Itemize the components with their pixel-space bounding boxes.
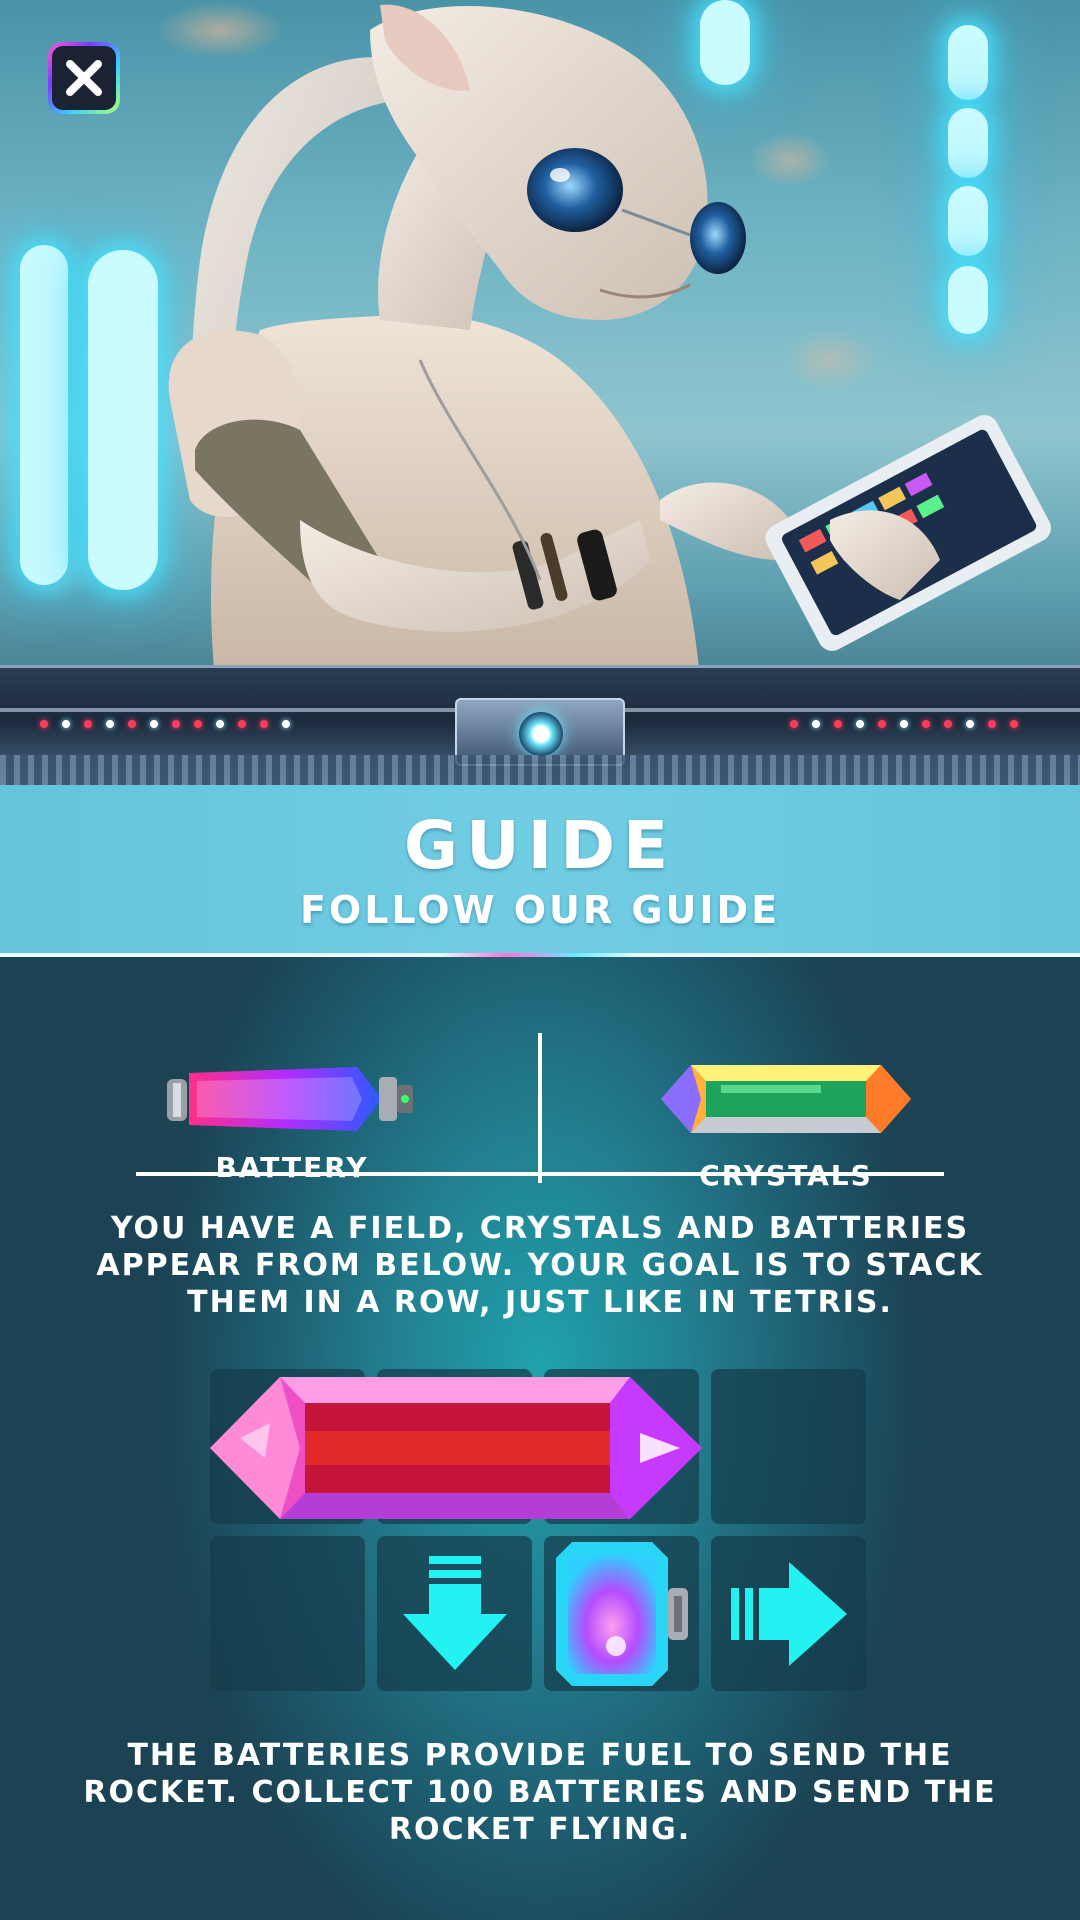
hero-illustration: [0, 0, 1080, 785]
divider: [136, 1172, 944, 1176]
field-cell: [210, 1536, 365, 1691]
down-arrow-icon: [403, 1556, 507, 1670]
instruction-text: THE BATTERIES PROVIDE FUEL TO SEND THE R…: [83, 1738, 997, 1847]
crystal-icon: [661, 1065, 911, 1133]
battery-icon: [167, 1067, 413, 1131]
spaceship-console: [0, 665, 1080, 785]
legend-item-battery: BATTERY: [92, 1059, 492, 1184]
page-subtitle: FOLLOW OUR GUIDE: [299, 888, 781, 932]
guide-body: BATTERY CRYSTALS YOU HAVE A FIELD, CRYST…: [0, 957, 1080, 1920]
close-button[interactable]: [48, 42, 120, 114]
guide-header: GUIDE FOLLOW OUR GUIDE: [0, 785, 1080, 958]
right-arrow-icon: [731, 1562, 847, 1666]
field-cell: [711, 1369, 866, 1524]
close-icon: [66, 60, 102, 96]
example-field: [210, 1369, 870, 1691]
item-legend: BATTERY CRYSTALS: [0, 997, 1080, 1192]
square-battery-icon: [556, 1542, 688, 1686]
instruction-text: YOU HAVE A FIELD, CRYSTALS AND BATTERIES…: [96, 1211, 984, 1320]
divider: [538, 1033, 542, 1183]
alien-character-illustration: [168, 4, 1051, 680]
pink-crystal-icon: [210, 1377, 702, 1519]
legend-label-battery: BATTERY: [215, 1151, 369, 1184]
page-title: GUIDE: [403, 807, 677, 884]
